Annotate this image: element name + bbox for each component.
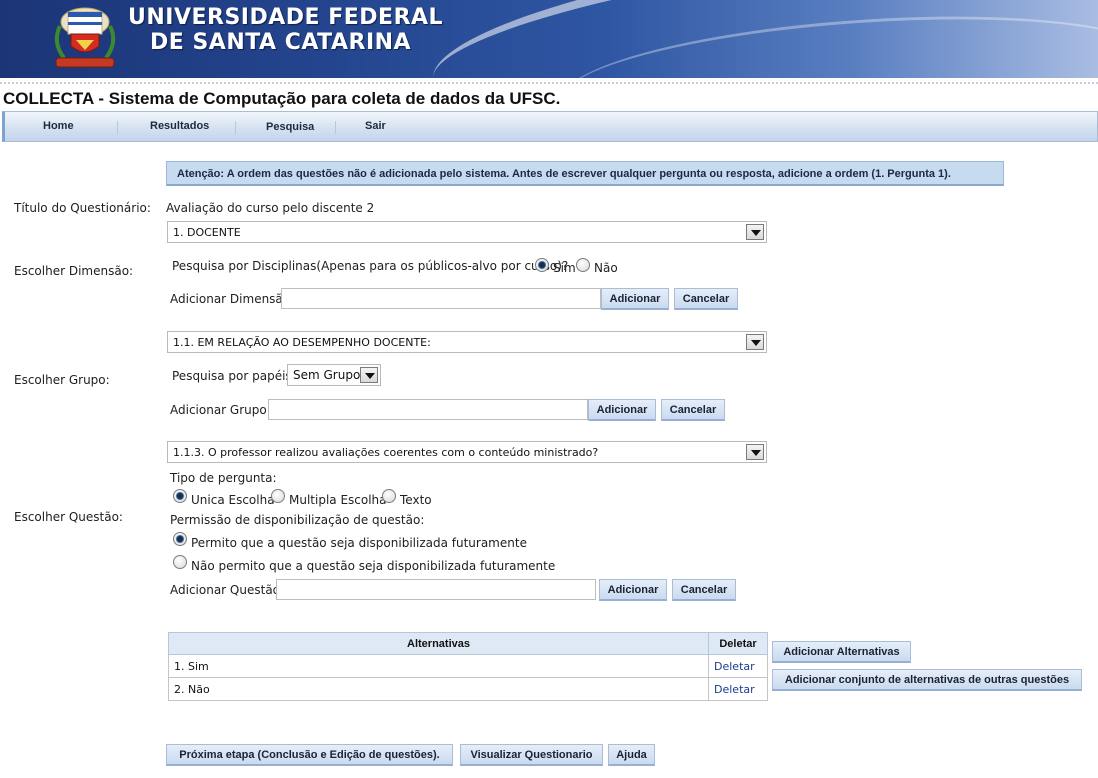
add-dimension-button[interactable]: Adicionar [601,288,669,310]
nav-separator [235,121,236,134]
system-title: COLLECTA - Sistema de Computação para co… [3,89,561,108]
alternatives-table: Alternativas Deletar 1. Sim Deletar 2. N… [167,632,768,701]
roles-select-value: Sem Grupo [293,368,361,382]
questionnaire-title-label: Título do Questionário: [14,201,151,215]
discipline-no-radio[interactable] [576,258,590,272]
nav-home[interactable]: Home [43,120,74,132]
type-text-label: Texto [400,493,432,507]
main-nav: Home Resultados Pesquisa Sair [2,111,1098,142]
cancel-group-button[interactable]: Cancelar [661,399,725,421]
discipline-yes-label: Sim [553,261,576,275]
questionnaire-title-value: Avaliação do curso pelo discente 2 [166,201,375,215]
banner-divider [0,82,1098,84]
table-header-row: Alternativas Deletar [167,632,768,655]
question-type-label: Tipo de pergunta: [170,471,277,485]
nav-search[interactable]: Pesquisa [266,121,314,133]
question-label: Escolher Questão: [14,510,123,524]
cancel-question-button[interactable]: Cancelar [672,579,736,601]
university-banner: UNIVERSIDADE FEDERAL DE SANTA CATARINA [0,0,1098,78]
add-dimension-label: Adicionar Dimensão: [170,292,295,306]
group-select[interactable]: 1.1. EM RELAÇÃO AO DESEMPENHO DOCENTE: [167,331,767,353]
add-group-input[interactable] [268,399,588,420]
chevron-down-icon[interactable] [746,224,764,240]
permission-label: Permissão de disponibilização de questão… [170,513,425,527]
table-row: 2. Não Deletar [167,677,768,701]
delete-header: Deletar [708,632,768,655]
nav-separator [117,121,118,134]
discipline-no-label: Não [594,261,618,275]
university-name-line2: DE SANTA CATARINA [150,30,412,55]
permission-deny-radio[interactable] [173,555,187,569]
type-single-radio[interactable] [173,489,187,503]
add-alternative-set-button[interactable]: Adicionar conjunto de alternativas de ou… [772,669,1082,691]
type-text-radio[interactable] [382,489,396,503]
delete-alternative-link[interactable]: Deletar [708,677,768,701]
alternatives-header: Alternativas [167,632,710,655]
alternative-text: 2. Não [167,677,710,701]
question-select-value: 1.1.3. O professor realizou avaliações c… [173,446,599,459]
dimension-select[interactable]: 1. DOCENTE [167,221,767,243]
question-select[interactable]: 1.1.3. O professor realizou avaliações c… [167,441,767,463]
add-group-button[interactable]: Adicionar [588,399,656,421]
dimension-label: Escolher Dimensão: [14,264,134,278]
cancel-dimension-button[interactable]: Cancelar [674,288,738,310]
type-multiple-radio[interactable] [271,489,285,503]
permission-allow-radio[interactable] [173,532,187,546]
add-dimension-input[interactable] [281,288,601,309]
chevron-down-icon[interactable] [746,334,764,350]
order-warning-alert: Atenção: A ordem das questões não é adic… [166,161,1004,186]
university-name-line1: UNIVERSIDADE FEDERAL [128,5,444,30]
table-row: 1. Sim Deletar [167,654,768,678]
nav-separator [335,121,336,134]
permission-deny-label: Não permito que a questão seja disponibi… [191,559,556,573]
roles-search-question: Pesquisa por papéis? [172,369,299,383]
add-question-label: Adicionar Questão: [170,583,285,597]
add-question-input[interactable] [276,579,596,600]
roles-select[interactable]: Sem Grupo [287,364,381,386]
type-single-label: Unica Escolha [191,493,275,507]
preview-questionnaire-button[interactable]: Visualizar Questionario [460,744,603,766]
add-alternatives-button[interactable]: Adicionar Alternativas [772,641,911,663]
add-group-label: Adicionar Grupo: [170,403,271,417]
help-button[interactable]: Ajuda [608,744,655,766]
nav-results[interactable]: Resultados [150,120,209,132]
permission-allow-label: Permito que a questão seja disponibiliza… [191,536,527,550]
dimension-select-value: 1. DOCENTE [173,226,241,239]
chevron-down-icon[interactable] [746,444,764,460]
alternative-text: 1. Sim [167,654,710,678]
discipline-search-question: Pesquisa por Disciplinas(Apenas para os … [172,259,569,273]
next-step-button[interactable]: Próxima etapa (Conclusão e Edição de que… [166,744,453,766]
group-select-value: 1.1. EM RELAÇÃO AO DESEMPENHO DOCENTE: [173,336,431,349]
delete-alternative-link[interactable]: Deletar [708,654,768,678]
type-multiple-label: Multipla Escolha [289,493,387,507]
ufsc-coat-of-arms-icon [54,7,116,68]
nav-exit[interactable]: Sair [365,120,386,132]
add-question-button[interactable]: Adicionar [599,579,667,601]
group-label: Escolher Grupo: [14,373,110,387]
discipline-yes-radio[interactable] [535,258,549,272]
chevron-down-icon[interactable] [360,367,378,383]
